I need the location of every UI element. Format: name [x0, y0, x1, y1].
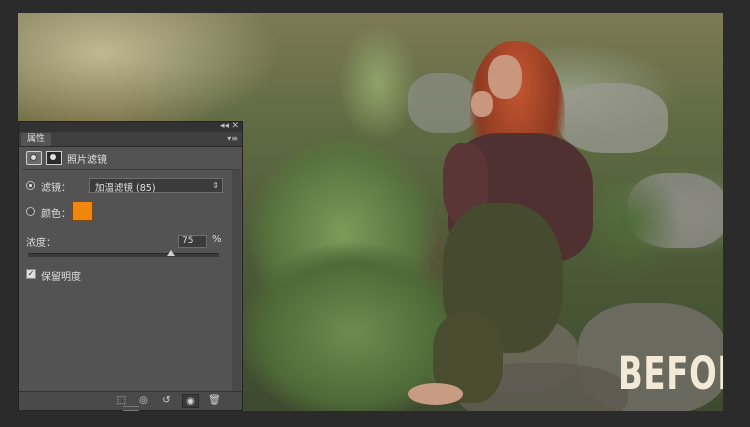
mask-icon[interactable] — [46, 151, 62, 165]
rock — [558, 83, 668, 153]
density-slider-thumb[interactable] — [167, 250, 176, 256]
filter-select[interactable]: 加温滤镜 (85) ⇕ — [89, 178, 223, 194]
color-label: 颜色： — [41, 209, 71, 220]
close-panel-icon[interactable]: ✕ — [231, 120, 239, 132]
collapse-panel-icon[interactable]: ◂◂ — [220, 120, 229, 132]
density-label: 浓度： — [26, 238, 56, 249]
adjustment-layer-icon[interactable] — [26, 151, 42, 165]
trash-icon[interactable]: 🗑 — [206, 394, 223, 408]
person-hand — [471, 91, 493, 117]
density-slider-track[interactable] — [28, 253, 219, 257]
preserve-luminosity-checkbox[interactable]: ✓ — [26, 269, 36, 279]
reset-icon[interactable]: ↺ — [158, 394, 175, 408]
preserve-luminosity-label: 保留明度 — [41, 272, 81, 283]
filter-label: 滤镜： — [41, 183, 71, 194]
divider — [22, 169, 240, 170]
panel-scrollbar[interactable] — [232, 170, 241, 392]
panel-title-bar[interactable]: ◂◂ ✕ — [19, 120, 242, 132]
resize-grip[interactable] — [123, 406, 139, 411]
visibility-eye-icon[interactable]: ◉ — [182, 394, 199, 408]
color-swatch[interactable] — [72, 201, 93, 221]
panel-menu-icon[interactable]: ▾≡ — [227, 132, 238, 146]
person-face — [488, 55, 522, 99]
density-input[interactable]: 75 — [178, 235, 207, 248]
adjustment-title: 照片滤镜 — [67, 155, 107, 166]
filter-select-value: 加温滤镜 (85) — [95, 183, 156, 194]
panel-bottom-toolbar: ⬚ ◎ ↺ ◉ 🗑 — [19, 391, 242, 411]
tab-row: 属性 ▾≡ — [19, 132, 242, 147]
person-foot — [408, 383, 463, 405]
tab-properties[interactable]: 属性 — [21, 133, 52, 146]
filter-radio[interactable] — [26, 181, 35, 190]
color-radio[interactable] — [26, 207, 35, 216]
rock — [408, 73, 478, 133]
adjustment-header: 照片滤镜 — [24, 149, 236, 167]
before-label: BEFORE — [618, 347, 723, 400]
density-unit: % — [212, 234, 222, 245]
select-arrows-icon: ⇕ — [212, 181, 219, 190]
properties-panel: ◂◂ ✕ 属性 ▾≡ 照片滤镜 滤镜： 加温滤镜 (85) ⇕ 颜色： 浓度： … — [18, 121, 243, 411]
fern-foliage — [338, 23, 418, 143]
